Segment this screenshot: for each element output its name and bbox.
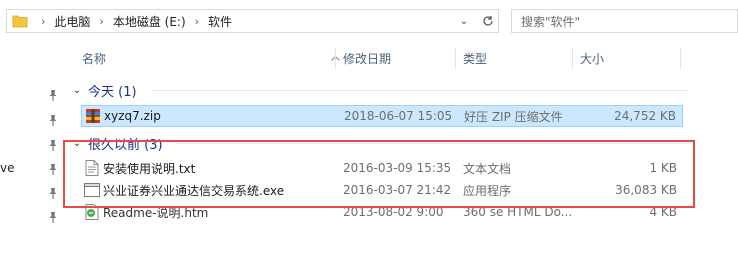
refresh-icon[interactable] <box>478 10 498 32</box>
chevron-right-icon[interactable]: › <box>91 15 111 28</box>
file-row-xyzq7[interactable]: xyzq7.zip 2018-06-07 15:05 好压 ZIP 压缩文件 2… <box>81 105 683 127</box>
highlight-box <box>63 140 695 208</box>
column-header-size[interactable]: 大小 <box>580 45 604 71</box>
address-bar[interactable]: › 此电脑 › 本地磁盘 (E:) › 软件 ⌄ <box>6 9 499 33</box>
file-type: 好压 ZIP 压缩文件 <box>464 109 563 124</box>
group-label: 今天 (1) <box>88 84 137 100</box>
breadcrumb-this-pc[interactable]: 此电脑 <box>53 13 91 30</box>
search-placeholder: 搜索"软件" <box>521 14 581 29</box>
group-header-today[interactable]: ⌄ 今天 (1) <box>70 81 137 100</box>
chevron-right-icon[interactable]: › <box>33 15 53 28</box>
search-input[interactable]: 搜索"软件" <box>511 9 738 33</box>
file-date: 2018-06-07 15:05 <box>344 109 453 123</box>
pin-icon[interactable] <box>46 210 60 224</box>
group-divider <box>152 90 688 91</box>
address-dropdown-icon[interactable]: ⌄ <box>450 16 478 27</box>
file-size: 24,752 KB <box>614 109 676 123</box>
pin-icon[interactable] <box>46 88 60 102</box>
pin-icon[interactable] <box>46 138 60 152</box>
column-divider[interactable] <box>572 47 573 69</box>
column-divider[interactable] <box>335 47 336 69</box>
chevron-right-icon[interactable]: › <box>187 15 207 28</box>
column-header-name[interactable]: 名称 <box>82 45 106 71</box>
pin-icon[interactable] <box>46 186 60 200</box>
column-header-date[interactable]: 修改日期 <box>343 45 391 71</box>
folder-icon <box>7 10 33 32</box>
breadcrumb-local-disk[interactable]: 本地磁盘 (E:) <box>112 13 187 30</box>
breadcrumb-software[interactable]: 软件 <box>207 13 233 30</box>
pin-icon[interactable] <box>46 113 60 127</box>
zip-archive-icon <box>84 107 102 125</box>
navigation-pane: ve <box>0 40 70 265</box>
column-divider[interactable] <box>455 47 456 69</box>
nav-item-partial[interactable]: ve <box>0 161 14 175</box>
pin-icon[interactable] <box>46 162 60 176</box>
address-bar-row: › 此电脑 › 本地磁盘 (E:) › 软件 ⌄ 搜索"软件" <box>0 0 738 40</box>
column-divider[interactable] <box>680 47 681 69</box>
collapse-arrow-icon[interactable]: ⌄ <box>70 85 84 96</box>
column-header-type[interactable]: 类型 <box>463 45 487 71</box>
file-name: xyzq7.zip <box>104 109 161 123</box>
column-header-row: 名称 修改日期 类型 大小 <box>70 45 738 71</box>
